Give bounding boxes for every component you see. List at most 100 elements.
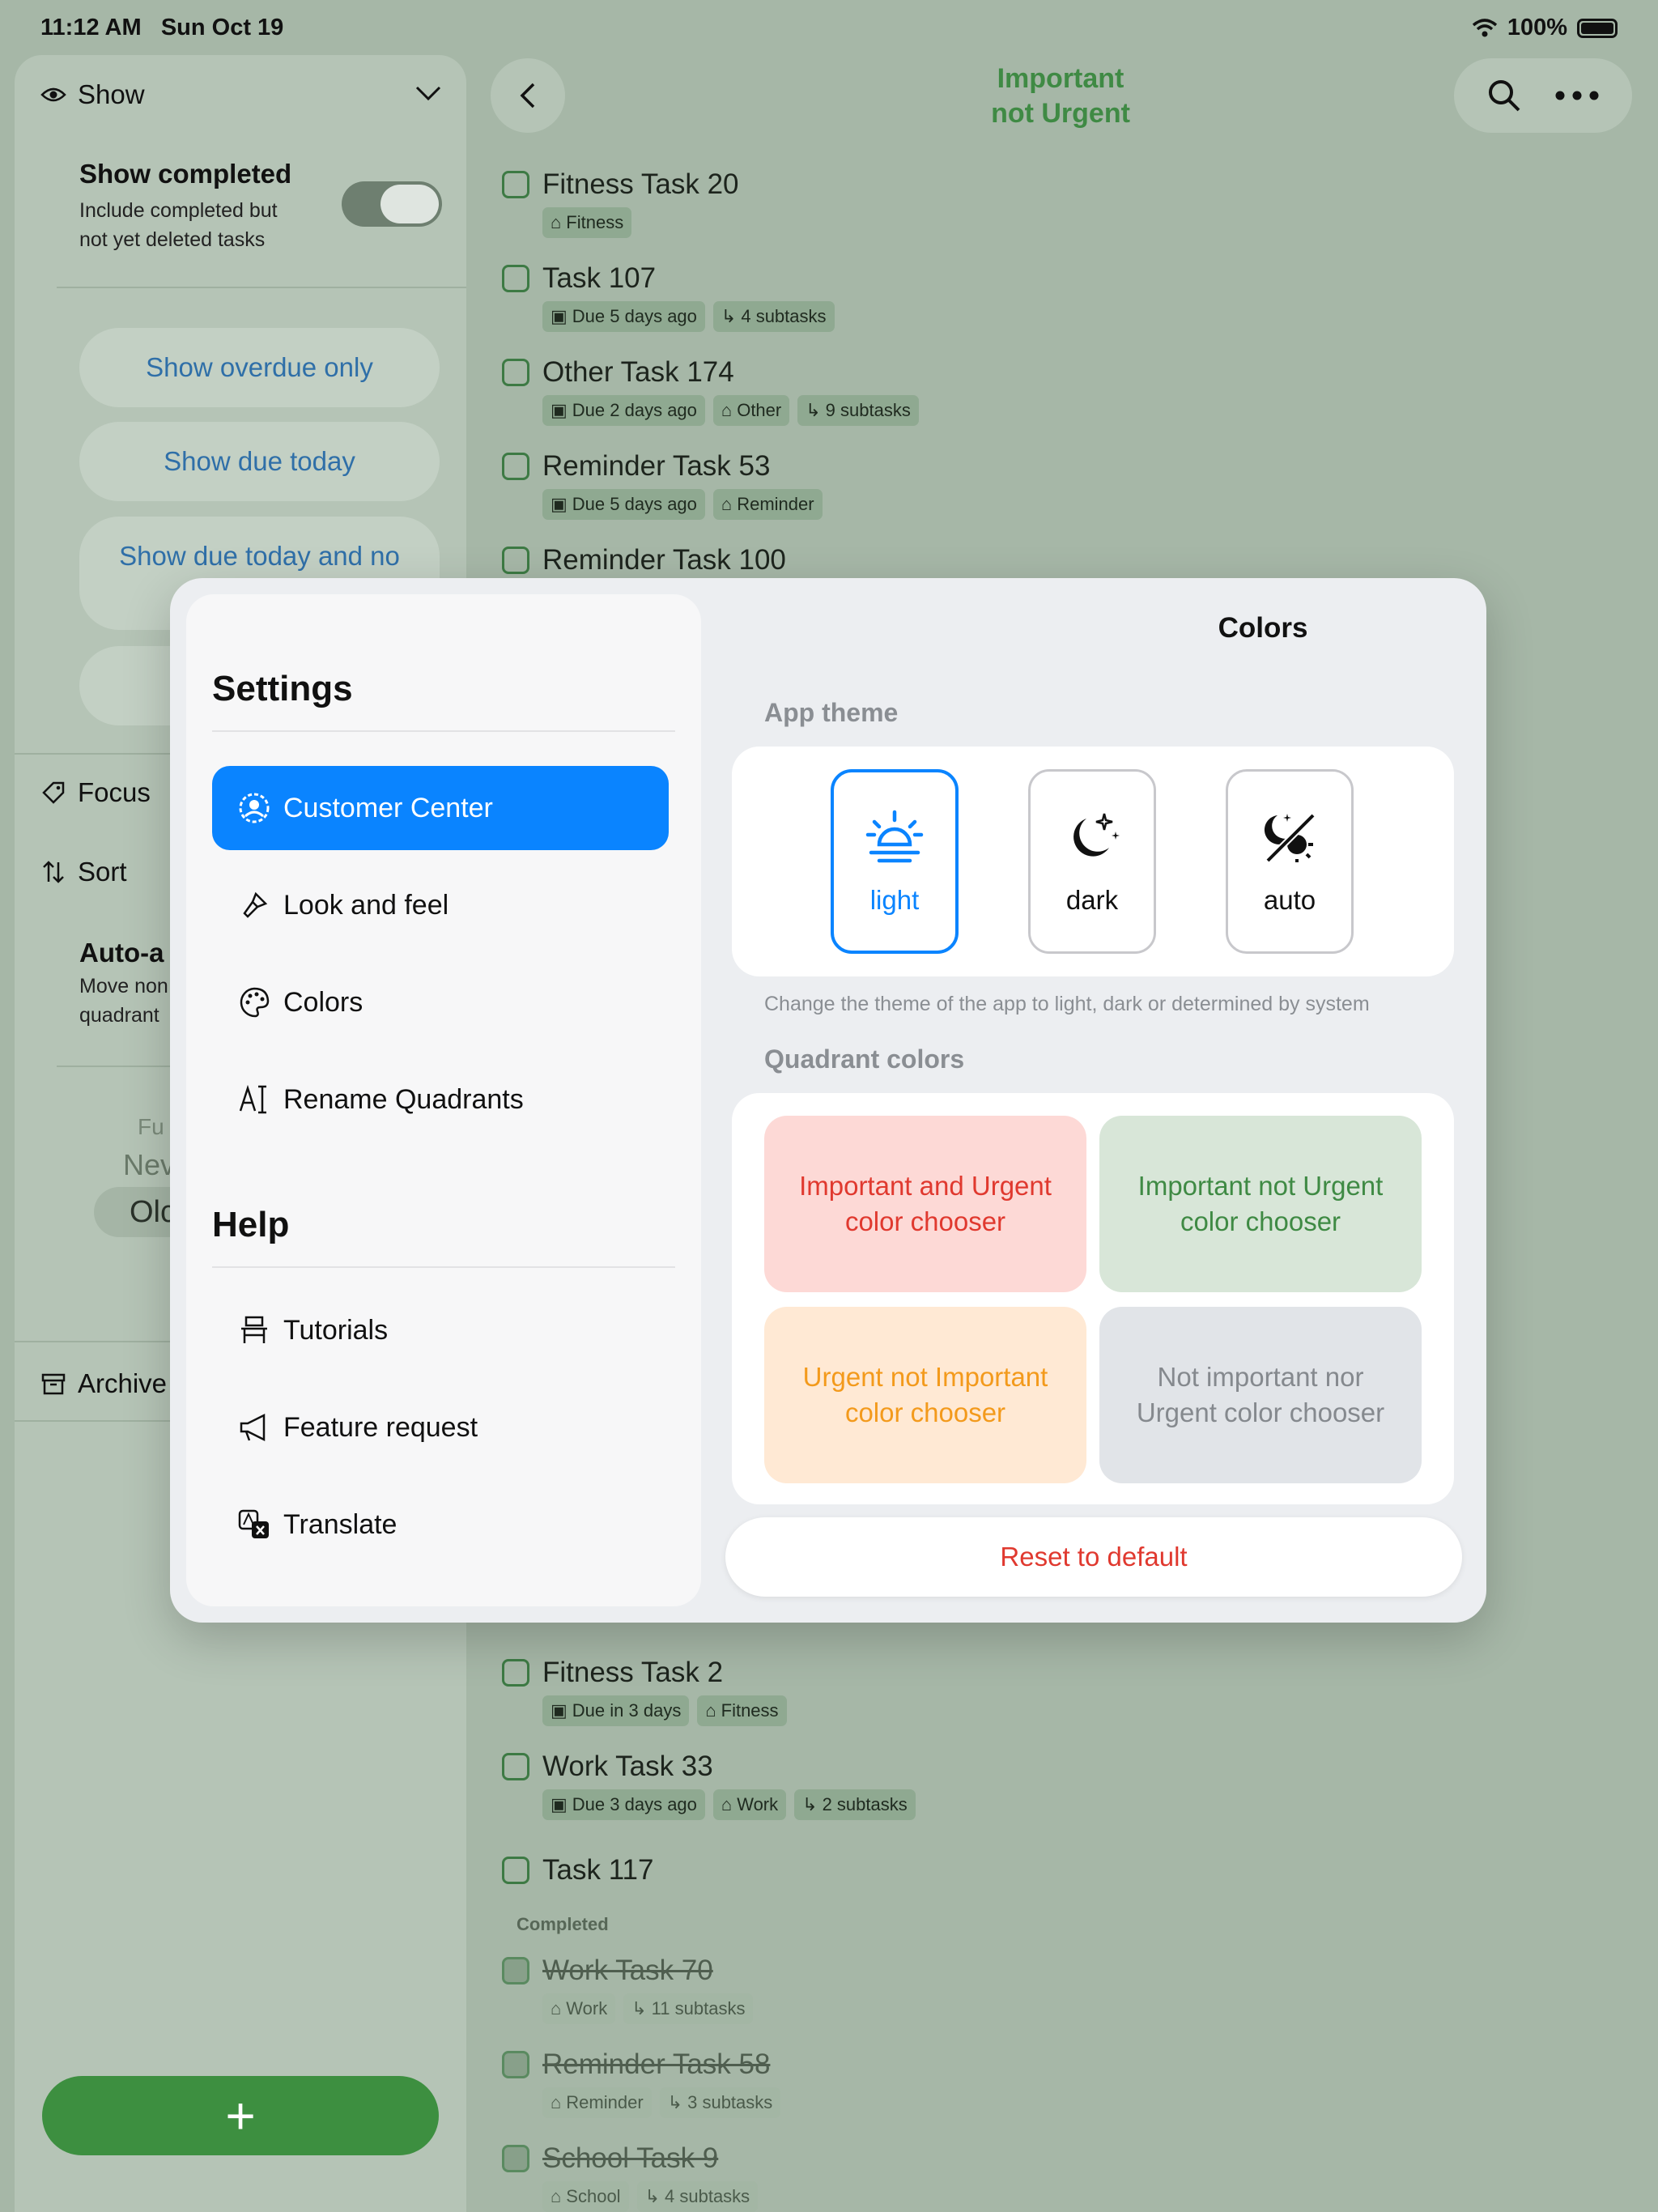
- translate-icon: [238, 1509, 269, 1538]
- settings-item-look-and-feel[interactable]: Look and feel: [212, 863, 669, 947]
- settings-item-label: Rename Quadrants: [283, 1083, 524, 1115]
- task-row-completed[interactable]: Reminder Task 58 ⌂ Reminder ↳ 3 subtasks: [502, 2048, 781, 2118]
- task-chip: ↳ 9 subtasks: [797, 395, 919, 426]
- sort-option[interactable]: Nev: [123, 1148, 175, 1182]
- quadrant-important-urgent-chooser[interactable]: Important and Urgent color chooser: [764, 1116, 1086, 1292]
- reset-to-default-button[interactable]: Reset to default: [725, 1517, 1462, 1597]
- calendar-icon: ▣: [551, 1794, 568, 1814]
- task-title: School Task 9: [542, 2142, 719, 2174]
- sort-section-header[interactable]: Sort: [40, 857, 127, 887]
- settings-modal: Settings Customer Center Look and feel C…: [170, 578, 1486, 1623]
- task-row[interactable]: Reminder Task 100: [502, 544, 786, 576]
- task-checkbox-checked[interactable]: [502, 1957, 529, 1984]
- settings-heading: Settings: [212, 669, 353, 708]
- focus-section-header[interactable]: Focus: [40, 777, 151, 808]
- help-item-translate[interactable]: Translate: [212, 1482, 669, 1567]
- moon-stars-icon: [1073, 813, 1120, 857]
- theme-dark-option[interactable]: dark: [1028, 769, 1156, 954]
- quadrant-colors-label: Quadrant colors: [764, 1044, 965, 1074]
- help-item-tutorials[interactable]: Tutorials: [212, 1288, 669, 1372]
- subtask-icon: ↳: [802, 1794, 818, 1814]
- show-completed-title: Show completed: [79, 159, 292, 189]
- task-title: Reminder Task 53: [542, 450, 771, 482]
- task-row[interactable]: Task 107 ▣ Due 5 days ago ↳ 4 subtasks: [502, 262, 835, 332]
- back-button[interactable]: [491, 58, 565, 133]
- tag-icon: ⌂: [551, 1998, 562, 2018]
- settings-item-label: Colors: [283, 986, 363, 1018]
- search-icon[interactable]: [1486, 78, 1522, 113]
- task-title: Fitness Task 20: [542, 168, 739, 200]
- show-section-header[interactable]: Show: [40, 79, 145, 110]
- settings-item-customer-center[interactable]: Customer Center: [212, 766, 669, 850]
- task-checkbox[interactable]: [502, 1753, 529, 1780]
- task-chip: ▣ Due 3 days ago: [542, 1789, 705, 1820]
- subtask-icon: ↳: [721, 306, 737, 326]
- task-row[interactable]: Reminder Task 53 ▣ Due 5 days ago ⌂ Reminde…: [502, 450, 823, 520]
- task-row[interactable]: Fitness Task 2 ▣ Due in 3 days ⌂ Fitness: [502, 1657, 787, 1726]
- app-theme-label: App theme: [764, 698, 899, 727]
- settings-item-label: Customer Center: [283, 792, 493, 823]
- task-chip: ↳ 3 subtasks: [659, 2087, 781, 2118]
- settings-item-rename-quadrants[interactable]: Rename Quadrants: [212, 1057, 669, 1142]
- task-checkbox[interactable]: [502, 265, 529, 292]
- quadrant-important-not-urgent-chooser[interactable]: Important not Urgent color chooser: [1099, 1116, 1422, 1292]
- task-chip: ⌂ Fitness: [697, 1695, 787, 1726]
- theme-auto-option[interactable]: auto: [1226, 769, 1354, 954]
- settings-item-colors[interactable]: Colors: [212, 960, 669, 1044]
- task-chip: ↳ 4 subtasks: [636, 2181, 759, 2212]
- task-checkbox-checked[interactable]: [502, 2051, 529, 2078]
- completed-section-label: Completed: [517, 1914, 609, 1934]
- task-chip: ▣ Due 5 days ago: [542, 489, 705, 520]
- header-actions: [1454, 58, 1632, 133]
- task-checkbox[interactable]: [502, 1659, 529, 1687]
- subtask-icon: ↳: [667, 2092, 683, 2112]
- auto-archive-desc: Move non quadrant: [79, 975, 168, 1027]
- show-overdue-button[interactable]: Show overdue only: [79, 328, 440, 407]
- chevron-down-icon[interactable]: [414, 84, 442, 102]
- settings-sidebar: Settings Customer Center Look and feel C…: [186, 594, 701, 1606]
- theme-label: auto: [1263, 885, 1316, 915]
- task-checkbox[interactable]: [502, 359, 529, 386]
- theme-light-option[interactable]: light: [831, 769, 959, 954]
- archive-box-icon: [41, 1373, 66, 1395]
- task-checkbox[interactable]: [502, 453, 529, 480]
- calendar-icon: ▣: [551, 306, 568, 326]
- task-chip: ⌂ Work: [712, 1789, 787, 1820]
- tag-icon: ⌂: [551, 212, 562, 232]
- settings-item-label: Look and feel: [283, 889, 449, 921]
- task-row-completed[interactable]: Work Task 70 ⌂ Work ↳ 11 subtasks: [502, 1955, 754, 2024]
- task-chip: ⌂ Work: [542, 1993, 616, 2024]
- task-checkbox[interactable]: [502, 1857, 529, 1884]
- show-due-today-button[interactable]: Show due today: [79, 422, 440, 501]
- show-completed-toggle[interactable]: [342, 181, 442, 227]
- task-row[interactable]: Fitness Task 20 ⌂ Fitness: [502, 168, 739, 238]
- task-row-completed[interactable]: School Task 9 ⌂ School ↳ 4 subtasks: [502, 2142, 759, 2212]
- task-row[interactable]: Task 117: [502, 1854, 654, 1887]
- subtask-icon: ↳: [806, 400, 821, 420]
- task-row[interactable]: Other Task 174 ▣ Due 2 days ago ⌂ Other ↳ 9 s…: [502, 356, 919, 426]
- more-icon[interactable]: [1554, 90, 1600, 101]
- help-item-label: Tutorials: [283, 1314, 389, 1346]
- calendar-icon: ▣: [551, 494, 568, 514]
- archive-section-header[interactable]: Archive: [40, 1368, 167, 1399]
- calendar-icon: ▣: [551, 400, 568, 420]
- quadrant-urgent-not-important-chooser[interactable]: Urgent not Important color chooser: [764, 1307, 1086, 1483]
- task-row[interactable]: Work Task 33 ▣ Due 3 days ago ⌂ Work ↳ 2 subt…: [502, 1750, 916, 1820]
- subtask-icon: ↳: [644, 2186, 661, 2206]
- task-checkbox-checked[interactable]: [502, 2145, 529, 2172]
- theme-label: dark: [1065, 885, 1119, 915]
- quadrant-not-important-not-urgent-chooser[interactable]: Not important nor Urgent color chooser: [1099, 1307, 1422, 1483]
- page-title: Important not Urgent: [991, 63, 1130, 129]
- divider: [57, 287, 466, 288]
- task-chip: ↳ 4 subtasks: [712, 301, 835, 332]
- add-task-button[interactable]: +: [42, 2076, 439, 2155]
- tag-icon: ⌂: [721, 1794, 733, 1814]
- task-chip: ⌂ Fitness: [542, 207, 632, 238]
- status-time: 11:12 AM Sun Oct 19: [40, 15, 284, 40]
- quadrant-colors-card: Important and Urgent color chooser Impor…: [732, 1093, 1454, 1504]
- help-item-feature-request[interactable]: Feature request: [212, 1385, 669, 1470]
- sort-option[interactable]: Fu: [138, 1114, 164, 1140]
- task-checkbox[interactable]: [502, 547, 529, 574]
- task-checkbox[interactable]: [502, 171, 529, 198]
- tag-icon: ⌂: [551, 2092, 562, 2112]
